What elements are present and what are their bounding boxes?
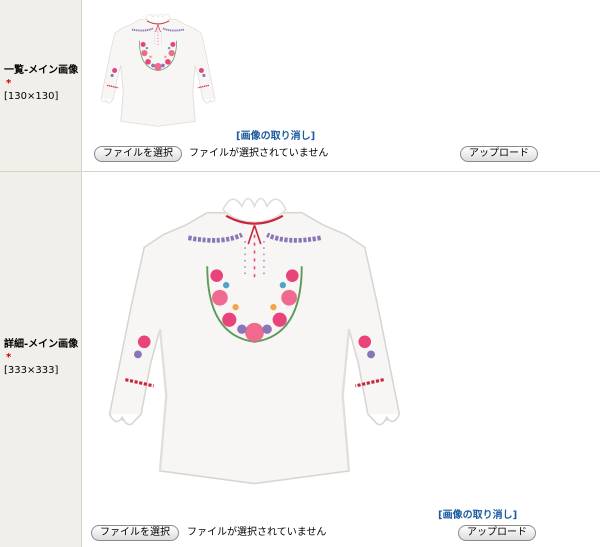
field-label-text: 一覧-メイン画像 [4, 65, 79, 76]
cancel-image-link[interactable]: [画像の取り消し] [236, 127, 315, 142]
cancel-image-link[interactable]: [画像の取り消し] [438, 506, 517, 521]
row-content: [画像の取り消し] ファイルを選択 ファイルが選択されていません アップロード [83, 172, 600, 547]
image-upload-form: 一覧-メイン画像 * [130×130] [画像の取り消し] ファイルを選択 ファ… [0, 0, 600, 547]
required-marker: * [6, 78, 12, 89]
upload-button[interactable]: アップロード [460, 146, 538, 162]
blouse-photo [97, 178, 412, 493]
field-label: 詳細-メイン画像 * [333×333] [4, 338, 80, 377]
required-marker: * [6, 352, 12, 363]
field-label: 一覧-メイン画像 * [130×130] [4, 64, 80, 103]
row-header: 一覧-メイン画像 * [130×130] [0, 0, 82, 172]
form-row-detail-main-image: 詳細-メイン画像 * [333×333] [画像の取り消し] ファイルを選択 ファ… [0, 172, 600, 547]
image-size-hint: [130×130] [4, 91, 59, 102]
file-status-text: ファイルが選択されていません [187, 527, 327, 538]
image-size-hint: [333×333] [4, 365, 59, 376]
field-label-text: 詳細-メイン画像 [4, 339, 79, 350]
choose-file-button[interactable]: ファイルを選択 [94, 146, 182, 162]
blouse-photo [96, 6, 220, 130]
upload-button[interactable]: アップロード [458, 525, 536, 541]
form-row-list-main-image: 一覧-メイン画像 * [130×130] [画像の取り消し] ファイルを選択 ファ… [0, 0, 600, 172]
row-header: 詳細-メイン画像 * [333×333] [0, 172, 82, 547]
choose-file-button[interactable]: ファイルを選択 [91, 525, 179, 541]
list-main-image-preview [96, 6, 220, 130]
row-content: [画像の取り消し] ファイルを選択 ファイルが選択されていません アップロード [83, 0, 600, 172]
detail-main-image-preview [97, 178, 412, 493]
file-status-text: ファイルが選択されていません [189, 148, 329, 159]
